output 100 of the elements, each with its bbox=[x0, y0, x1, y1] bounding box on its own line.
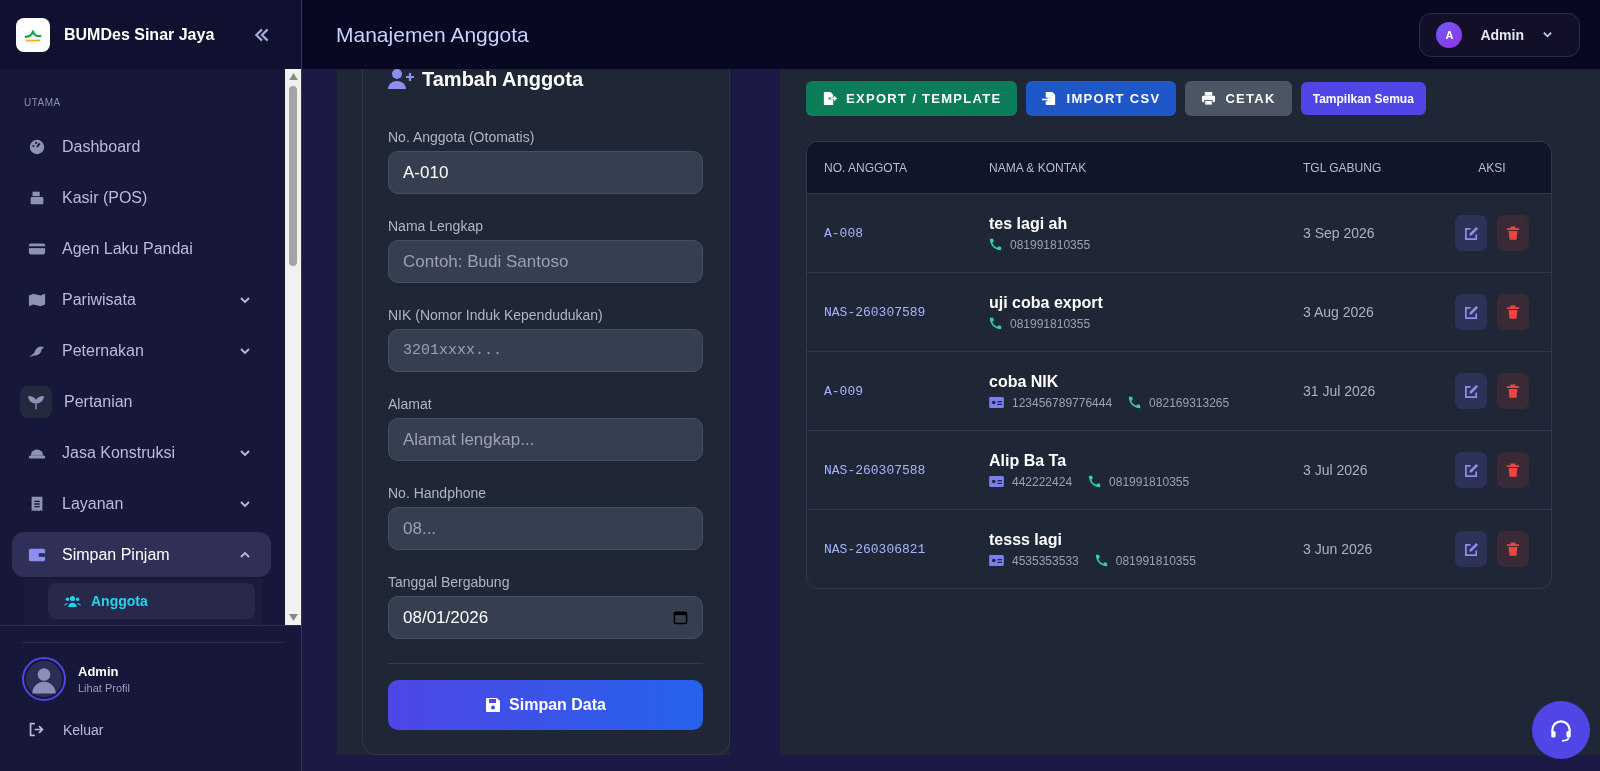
trash-icon bbox=[1506, 462, 1520, 478]
nav-item[interactable]: Pertanian bbox=[12, 379, 271, 424]
brand-name: BUMDes Sinar Jaya bbox=[64, 25, 216, 44]
edit-icon bbox=[1463, 304, 1479, 320]
join-date: 3 Jul 2026 bbox=[1303, 462, 1369, 478]
input-field[interactable]: 3201xxxx... bbox=[388, 329, 703, 372]
member-nik: 4535353533 bbox=[1012, 553, 1079, 568]
member-name: tesss lagi bbox=[989, 530, 1063, 549]
edit-button[interactable] bbox=[1455, 373, 1487, 409]
logout-icon bbox=[28, 721, 45, 738]
member-id: NAS-260307589 bbox=[823, 304, 927, 320]
edit-button[interactable] bbox=[1455, 294, 1487, 330]
phone-icon bbox=[989, 317, 1002, 330]
nav-item[interactable]: Agen Laku Pandai bbox=[12, 226, 271, 271]
member-id: NAS-260306821 bbox=[823, 541, 927, 557]
edit-icon bbox=[1463, 225, 1479, 241]
input-field[interactable]: Contoh: Budi Santoso bbox=[388, 240, 703, 283]
file-import-icon bbox=[1042, 91, 1058, 106]
member-id: NAS-260307588 bbox=[823, 462, 927, 478]
chevron-down-icon bbox=[1542, 29, 1553, 40]
phone-icon bbox=[989, 238, 1002, 251]
phone-icon bbox=[1088, 475, 1102, 488]
column-header: TGL GABUNG bbox=[1303, 160, 1383, 175]
filter-button[interactable]: Tampilkan Semua bbox=[1300, 82, 1426, 115]
export-button[interactable]: EXPORT / TEMPLATE bbox=[806, 81, 1018, 116]
member-nik: 442222424 bbox=[1012, 474, 1073, 489]
edit-button[interactable] bbox=[1455, 215, 1487, 251]
column-header: NAMA & KONTAK bbox=[989, 160, 1088, 175]
edit-icon bbox=[1463, 462, 1479, 478]
section-label: UTAMA bbox=[23, 96, 62, 110]
gauge-icon bbox=[28, 137, 46, 156]
user-initial-avatar: A bbox=[1436, 21, 1463, 48]
member-name: tes lagi ah bbox=[989, 214, 1069, 233]
field-label: No. Anggota (Otomatis) bbox=[388, 129, 536, 145]
delete-button[interactable] bbox=[1497, 373, 1529, 409]
member-phone: 081991810355 bbox=[1010, 237, 1091, 252]
input-field[interactable]: Alamat lengkap... bbox=[388, 418, 703, 461]
column-header: NO. ANGGOTA bbox=[823, 160, 909, 175]
nav-item[interactable]: Peternakan bbox=[12, 328, 271, 373]
nav-item[interactable]: Jasa Konstruksi bbox=[12, 430, 271, 475]
user-name: Admin bbox=[78, 664, 120, 679]
printer-icon bbox=[1201, 91, 1217, 106]
member-phone: 081991810355 bbox=[1115, 553, 1196, 568]
trash-icon bbox=[1506, 304, 1520, 320]
form-title: Tambah Anggota bbox=[422, 67, 584, 91]
id-card-icon bbox=[989, 397, 1004, 408]
field-label: Nama Lengkap bbox=[388, 218, 484, 234]
phone-icon bbox=[1094, 554, 1108, 567]
headset-icon bbox=[1548, 717, 1574, 743]
delete-button[interactable] bbox=[1497, 531, 1529, 567]
member-name: Alip Ba Ta bbox=[989, 451, 1068, 470]
nav-item[interactable]: Pariwisata bbox=[12, 277, 271, 322]
nav-item[interactable]: Kasir (POS) bbox=[12, 175, 271, 220]
scrollbar[interactable] bbox=[285, 69, 301, 625]
field-label: No. Handphone bbox=[388, 485, 488, 501]
print-button[interactable]: CETAK bbox=[1185, 81, 1292, 116]
users-icon bbox=[64, 594, 81, 608]
input-field[interactable]: A-010 bbox=[388, 151, 703, 194]
scroll-down-icon[interactable] bbox=[288, 614, 298, 621]
brand-logo-icon bbox=[16, 17, 50, 52]
member-phone: 082169313265 bbox=[1149, 395, 1230, 410]
page-title: Manajemen Anggota bbox=[336, 22, 529, 47]
join-date: 3 Jun 2026 bbox=[1303, 541, 1374, 557]
id-card-icon bbox=[989, 476, 1004, 487]
scrollbar-thumb[interactable] bbox=[289, 86, 297, 266]
delete-button[interactable] bbox=[1497, 294, 1529, 330]
date-field[interactable]: 08/01/2026 bbox=[388, 596, 703, 639]
id-card-icon bbox=[989, 555, 1004, 566]
member-id: A-008 bbox=[823, 225, 864, 241]
logout-link[interactable]: Keluar bbox=[22, 721, 283, 738]
nav-item[interactable]: Layanan bbox=[12, 481, 271, 526]
user-plus-icon bbox=[388, 69, 414, 89]
field-label: Tanggal Bergabung bbox=[388, 574, 511, 590]
profile-link[interactable]: Lihat Profil bbox=[78, 682, 130, 694]
nav-item[interactable]: Dashboard bbox=[12, 124, 271, 169]
edit-button[interactable] bbox=[1455, 531, 1487, 567]
import-button[interactable]: IMPORT CSV bbox=[1026, 81, 1177, 116]
member-phone: 081991810355 bbox=[1010, 316, 1091, 331]
edit-button[interactable] bbox=[1455, 452, 1487, 488]
edit-icon bbox=[1463, 541, 1479, 557]
trash-icon bbox=[1506, 225, 1520, 241]
save-button[interactable]: Simpan Data bbox=[388, 680, 703, 730]
member-phone: 081991810355 bbox=[1109, 474, 1190, 489]
member-name: coba NIK bbox=[989, 372, 1060, 391]
delete-button[interactable] bbox=[1497, 452, 1529, 488]
join-date: 3 Aug 2026 bbox=[1303, 304, 1375, 320]
phone-icon bbox=[1128, 396, 1142, 409]
user-menu[interactable]: A Admin bbox=[1419, 12, 1580, 57]
delete-button[interactable] bbox=[1497, 215, 1529, 251]
join-date: 31 Jul 2026 bbox=[1303, 383, 1377, 399]
scroll-up-icon[interactable] bbox=[288, 73, 298, 80]
input-field[interactable]: 08... bbox=[388, 507, 703, 550]
nav-item[interactable]: Simpan Pinjam bbox=[12, 532, 271, 577]
member-nik: 123456789776444 bbox=[1012, 395, 1113, 410]
join-date: 3 Sep 2026 bbox=[1303, 225, 1376, 241]
trash-icon bbox=[1506, 383, 1520, 399]
nav-subitem[interactable]: Anggota bbox=[48, 583, 255, 619]
avatar-silhouette-icon[interactable] bbox=[22, 657, 66, 701]
field-label: NIK (Nomor Induk Kependudukan) bbox=[388, 307, 604, 323]
trash-icon bbox=[1506, 541, 1520, 557]
